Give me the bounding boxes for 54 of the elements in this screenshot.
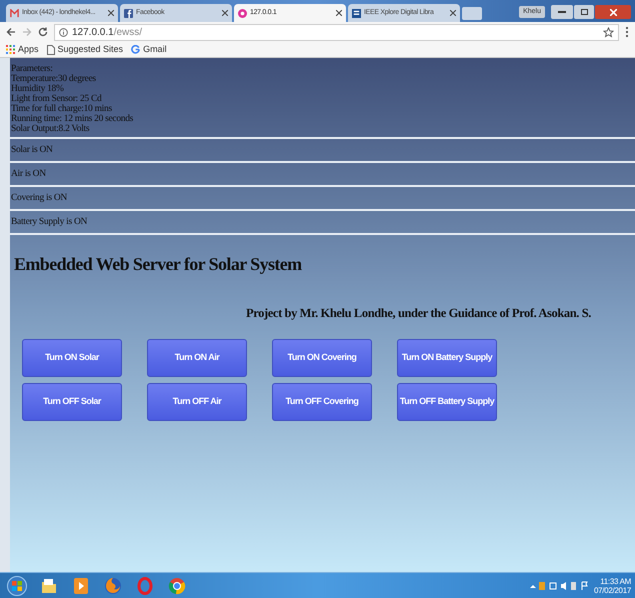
status-text: Air is ON bbox=[11, 169, 46, 179]
parameter-line: Solar Output:8.2 Volts bbox=[11, 124, 90, 134]
site-icon bbox=[238, 8, 247, 18]
control-button[interactable]: Turn OFF Solar bbox=[22, 382, 122, 421]
status-text: Solar is ON bbox=[11, 145, 53, 155]
play-icon[interactable] bbox=[73, 576, 89, 594]
close-icon[interactable] bbox=[336, 10, 342, 16]
control-button[interactable]: Turn ON Air bbox=[147, 338, 247, 377]
address-field[interactable]: 127.0.0.1/ewss/ bbox=[54, 24, 619, 40]
url-text: 127.0.0.1/ewss/ bbox=[72, 26, 142, 40]
close-icon bbox=[610, 8, 616, 16]
control-button[interactable]: Turn ON Covering bbox=[272, 338, 372, 377]
mail-icon bbox=[10, 8, 19, 18]
facebook-icon bbox=[124, 8, 133, 18]
folder-icon[interactable] bbox=[40, 576, 58, 594]
parameter-line: Running time: 12 mins 20 seconds bbox=[11, 114, 134, 124]
parameter-line: Temperature:30 degrees bbox=[11, 74, 97, 84]
star-icon[interactable] bbox=[603, 26, 614, 38]
apps-icon bbox=[6, 45, 15, 54]
control-button[interactable]: Turn OFF Air bbox=[147, 382, 247, 421]
wheel-icon[interactable] bbox=[168, 576, 186, 594]
control-button[interactable]: Turn OFF Battery Supply bbox=[397, 382, 497, 421]
status-text: Battery Supply is ON bbox=[11, 217, 88, 227]
back-icon[interactable] bbox=[6, 27, 16, 37]
bookmark-link[interactable]: Apps bbox=[6, 42, 39, 56]
menu-icon[interactable] bbox=[625, 26, 629, 38]
bookmark-link[interactable]: Gmail bbox=[131, 42, 167, 56]
control-button[interactable]: Turn OFF Covering bbox=[272, 382, 372, 421]
parameter-line: Humidity 18% bbox=[11, 84, 64, 94]
page-title: Embedded Web Server for Solar System bbox=[14, 253, 303, 276]
status-text: Covering is ON bbox=[11, 193, 67, 203]
windows-logo-icon[interactable] bbox=[7, 576, 27, 596]
control-button[interactable]: Turn ON Battery Supply bbox=[397, 338, 497, 377]
close-icon[interactable] bbox=[108, 10, 114, 16]
tray-icons-drawing[interactable] bbox=[528, 580, 589, 590]
credit-text: Project by Mr. Khelu Londhe, under the Guidance of Prof. Asokan. S. bbox=[246, 305, 592, 322]
google-icon bbox=[131, 45, 140, 54]
globe-icon[interactable] bbox=[104, 576, 122, 594]
clock-date: 07/02/2017 bbox=[594, 586, 631, 594]
document-icon bbox=[352, 8, 361, 18]
parameter-line: Time for full charge:10 mins bbox=[11, 104, 113, 114]
page-icon bbox=[46, 44, 55, 54]
parameter-line: Light from Sensor: 25 Cd bbox=[11, 94, 102, 104]
reload-icon[interactable] bbox=[38, 27, 48, 37]
bookmark-link[interactable]: Suggested Sites bbox=[46, 42, 124, 56]
maximize-button[interactable] bbox=[574, 5, 594, 19]
minimize-button[interactable] bbox=[551, 5, 573, 19]
info-icon bbox=[59, 28, 68, 36]
parameter-line: Parameters: bbox=[11, 64, 54, 74]
control-button[interactable]: Turn ON Solar bbox=[22, 338, 122, 377]
clock-time: 11:33 AM bbox=[600, 576, 631, 586]
close-icon[interactable] bbox=[222, 10, 228, 16]
close-icon[interactable] bbox=[450, 10, 456, 16]
close-button[interactable] bbox=[595, 5, 631, 19]
